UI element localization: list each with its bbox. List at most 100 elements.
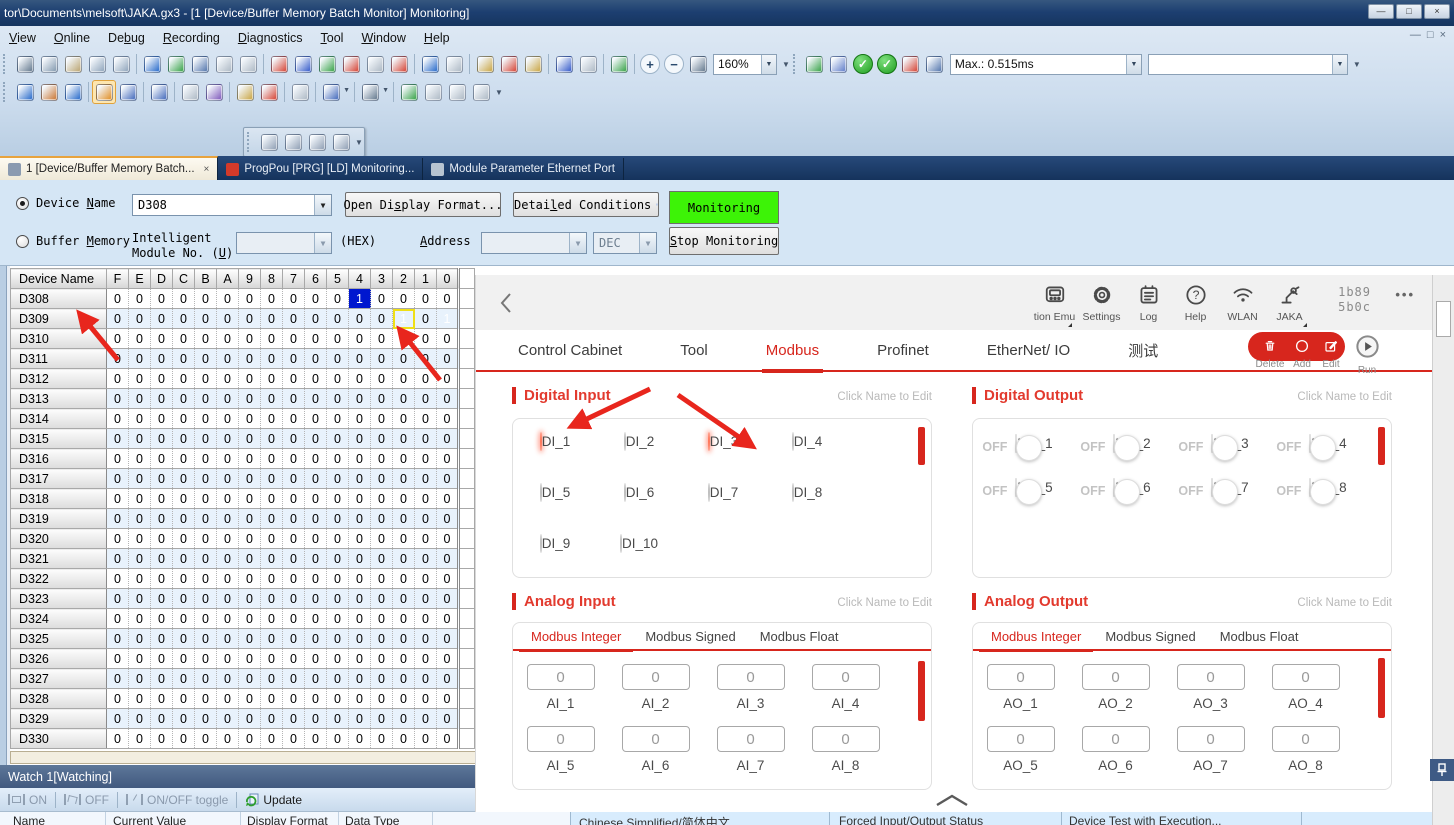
bit-cell[interactable]: 1 [349,289,371,309]
forced-io-icon[interactable] [257,80,281,104]
device-name-radio[interactable] [16,197,29,210]
bit-cell[interactable]: 0 [195,289,217,309]
channel-name[interactable]: DI_2 [626,434,655,449]
bit-cell[interactable]: 0 [283,529,305,549]
bit-cell[interactable]: 0 [415,649,437,669]
bit-cell[interactable]: 0 [437,489,459,509]
bit-cell[interactable]: 0 [393,689,415,709]
bit-cell[interactable]: 0 [107,709,129,729]
run-button[interactable]: Run [1352,332,1382,378]
bit-cell[interactable]: 0 [239,289,261,309]
bit-cell[interactable]: 0 [393,289,415,309]
bit-cell[interactable]: 0 [283,689,305,709]
analog-value-box[interactable]: 0 [987,664,1055,690]
log-icon[interactable]: Log [1125,282,1172,325]
bit-cell[interactable]: 0 [437,349,459,369]
analog-value-box[interactable]: 0 [1272,726,1340,752]
bit-cell[interactable]: 0 [305,309,327,329]
bit-cell[interactable]: 0 [107,649,129,669]
device-display-off-icon[interactable] [442,52,466,76]
restore-button[interactable]: □ [1396,4,1422,19]
bit-cell[interactable]: 0 [195,369,217,389]
bit-cell[interactable]: 0 [305,569,327,589]
bit-cell[interactable]: 0 [327,409,349,429]
bit-cell[interactable]: 0 [129,729,151,749]
bit-cell[interactable]: 0 [261,369,283,389]
bit-cell[interactable]: 0 [129,689,151,709]
bit-cell[interactable]: 0 [415,729,437,749]
menu-online[interactable]: Online [45,28,99,48]
bit-cell[interactable]: 0 [217,309,239,329]
bit-cell[interactable]: 0 [327,389,349,409]
restore-info-icon[interactable] [212,52,236,76]
settings-icon[interactable]: Settings [1078,282,1125,325]
bit-column-header[interactable]: 2 [393,269,415,289]
combo-arrow-icon[interactable]: ▼ [314,195,331,215]
bit-cell[interactable]: 0 [327,629,349,649]
bit-column-header[interactable]: 4 [349,269,371,289]
menu-recording[interactable]: Recording [154,28,229,48]
bit-cell[interactable]: 0 [393,569,415,589]
bit-cell[interactable]: 0 [437,689,459,709]
bit-cell[interactable]: 0 [371,389,393,409]
bit-cell[interactable]: 0 [261,289,283,309]
bit-cell[interactable]: 0 [261,409,283,429]
bit-cell[interactable]: 0 [195,549,217,569]
bit-cell[interactable]: 0 [371,329,393,349]
detailed-conditions-button[interactable]: Detailed Conditions [513,192,659,217]
bit-cell[interactable]: 0 [305,369,327,389]
bit-cell[interactable]: 0 [107,729,129,749]
bit-cell[interactable]: 0 [239,389,261,409]
bit-cell[interactable]: 0 [371,309,393,329]
bit-cell[interactable]: 0 [283,329,305,349]
bit-cell[interactable]: 0 [349,689,371,709]
bit-cell[interactable]: 0 [371,609,393,629]
bit-cell[interactable]: 0 [151,469,173,489]
channel-name[interactable]: AO_5 [1003,758,1038,773]
bit-cell[interactable]: 0 [415,429,437,449]
bit-cell[interactable]: 0 [415,589,437,609]
bit-cell[interactable]: 0 [305,289,327,309]
scan-time-combo[interactable]: Max.: 0.515ms▼ [950,54,1142,75]
analog-value-box[interactable]: 0 [622,726,690,752]
bit-cell[interactable]: 0 [217,629,239,649]
find-device-red-icon[interactable] [339,52,363,76]
channel-name[interactable]: AO_1 [1003,696,1038,711]
bit-cell[interactable]: 0 [129,549,151,569]
scrollbar-thumb[interactable] [1436,301,1451,337]
bit-column-header[interactable]: 7 [283,269,305,289]
bit-cell[interactable]: 0 [195,649,217,669]
bit-cell[interactable]: 0 [415,389,437,409]
bit-cell[interactable]: 0 [371,429,393,449]
back-chevron-icon[interactable] [498,291,514,315]
bit-cell[interactable]: 0 [327,569,349,589]
bit-cell[interactable]: 0 [349,329,371,349]
bit-column-header[interactable]: C [173,269,195,289]
bit-cell[interactable]: 0 [107,329,129,349]
bit-cell[interactable]: 0 [437,529,459,549]
bit-cell[interactable]: 0 [415,529,437,549]
minimize-button[interactable]: — [1368,4,1394,19]
bit-cell[interactable]: 0 [173,349,195,369]
bit-cell[interactable]: 0 [151,549,173,569]
analog-tab-modbus-integer[interactable]: Modbus Integer [979,622,1093,650]
device-name-column-header[interactable]: Device Name [11,269,107,289]
bit-cell[interactable]: 0 [371,629,393,649]
bit-cell[interactable]: 0 [261,649,283,669]
bit-cell[interactable]: 0 [415,609,437,629]
bit-cell[interactable]: 0 [393,349,415,369]
bit-cell[interactable]: 0 [173,409,195,429]
bit-cell[interactable]: 0 [195,389,217,409]
bit-cell[interactable]: 0 [393,729,415,749]
bit-cell[interactable]: 0 [129,349,151,369]
exec-step-off-icon[interactable] [576,52,600,76]
bit-cell[interactable]: 0 [217,689,239,709]
bit-cell[interactable]: 0 [151,649,173,669]
onoff-toggle-button[interactable]: ON/OFF toggle [118,793,236,807]
bit-cell[interactable]: 0 [327,589,349,609]
bit-cell[interactable]: 0 [173,629,195,649]
cut-icon[interactable] [13,52,37,76]
channel-name[interactable]: DI_8 [794,485,823,500]
bit-cell[interactable]: 0 [305,669,327,689]
toolbar-overflow[interactable]: ▼ [782,60,790,69]
